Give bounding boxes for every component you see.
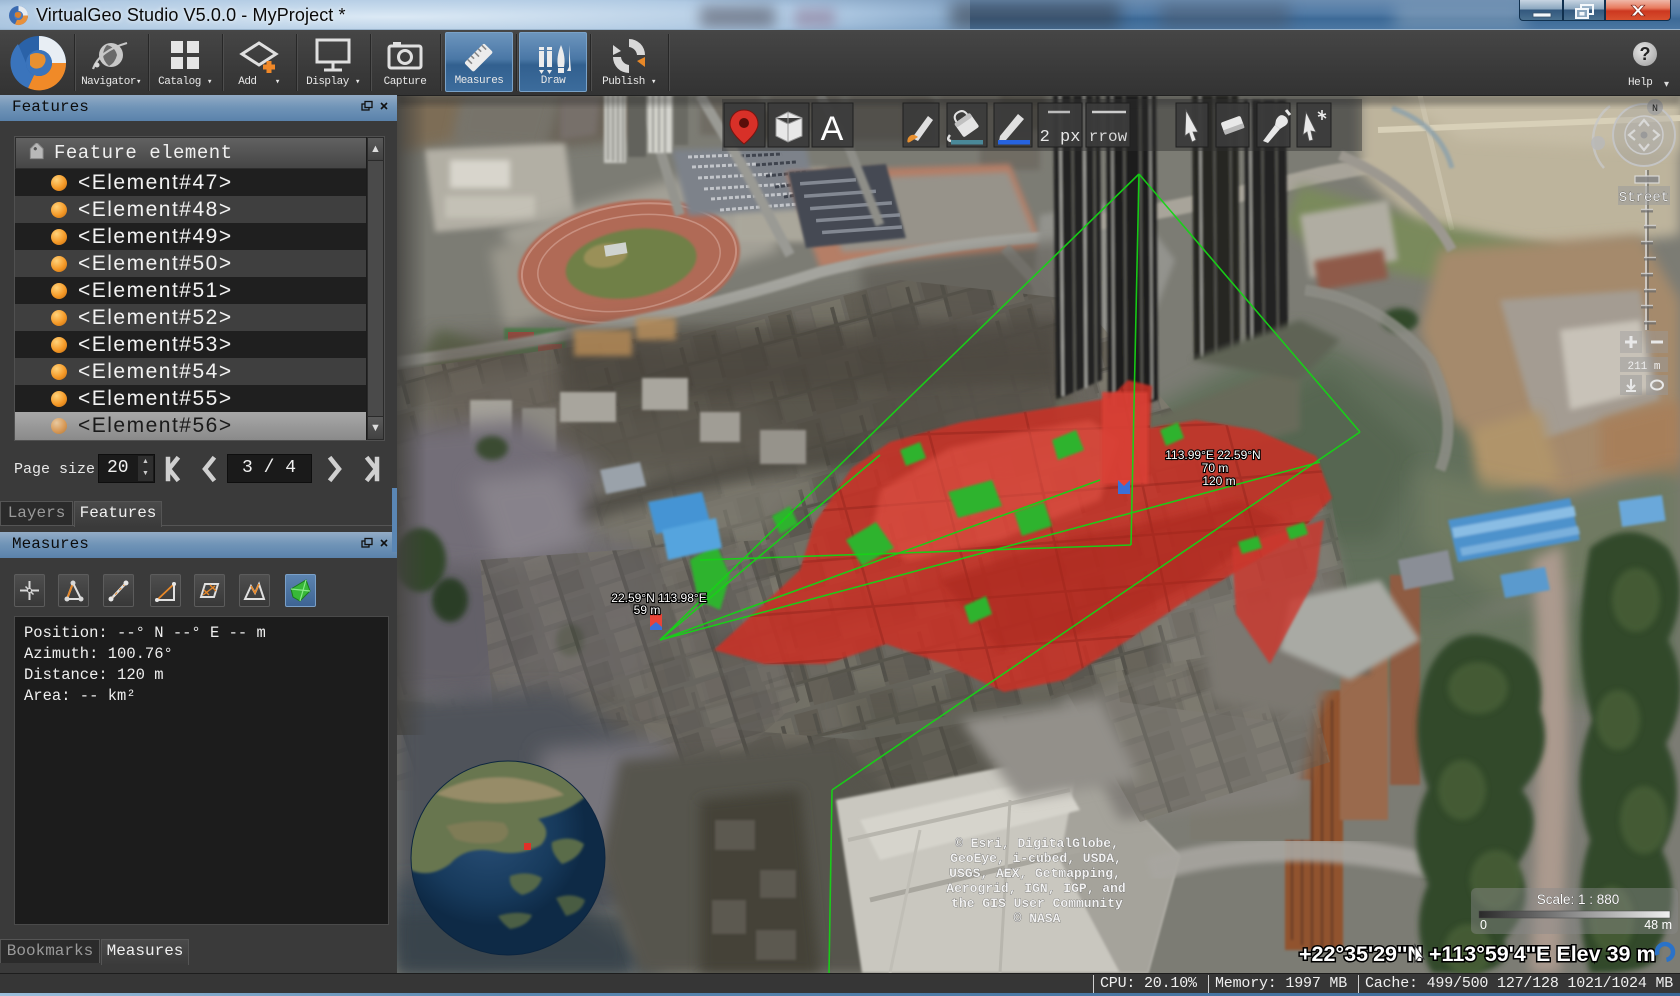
svg-text:113.99°E 22.59°N: 113.99°E 22.59°N xyxy=(1165,448,1260,462)
svg-text:48 m: 48 m xyxy=(1644,918,1672,932)
svg-text:211 m: 211 m xyxy=(1627,361,1660,373)
svg-text:70 m: 70 m xyxy=(1202,461,1229,475)
svg-text:USGS, AEX, Getmapping,: USGS, AEX, Getmapping, xyxy=(949,866,1121,881)
svg-text:+22°35'29''N: +22°35'29''N xyxy=(1299,942,1423,966)
svg-text:2 px: 2 px xyxy=(1040,128,1081,147)
svg-text:+113°59'4''E Elev 39 m: +113°59'4''E Elev 39 m xyxy=(1429,942,1656,966)
svg-text:A: A xyxy=(821,110,844,148)
svg-text:GeoEye, i-cubed, USDA,: GeoEye, i-cubed, USDA, xyxy=(950,851,1122,866)
svg-text:N: N xyxy=(1652,104,1658,115)
svg-text:0: 0 xyxy=(1480,918,1487,932)
svg-text:120 m: 120 m xyxy=(1202,474,1235,488)
svg-text:© Esri, DigitalGlobe,: © Esri, DigitalGlobe, xyxy=(955,836,1119,851)
svg-text:Street: Street xyxy=(1619,190,1669,206)
svg-text:the GIS User Community: the GIS User Community xyxy=(951,896,1123,911)
svg-text:© NASA: © NASA xyxy=(1014,911,1061,926)
svg-text:Scale: 1 : 880: Scale: 1 : 880 xyxy=(1537,892,1620,907)
svg-text:rrow: rrow xyxy=(1089,128,1128,146)
svg-text:59 m: 59 m xyxy=(634,603,661,617)
svg-text:Aerogrid, IGN, IGP, and: Aerogrid, IGN, IGP, and xyxy=(946,881,1125,896)
